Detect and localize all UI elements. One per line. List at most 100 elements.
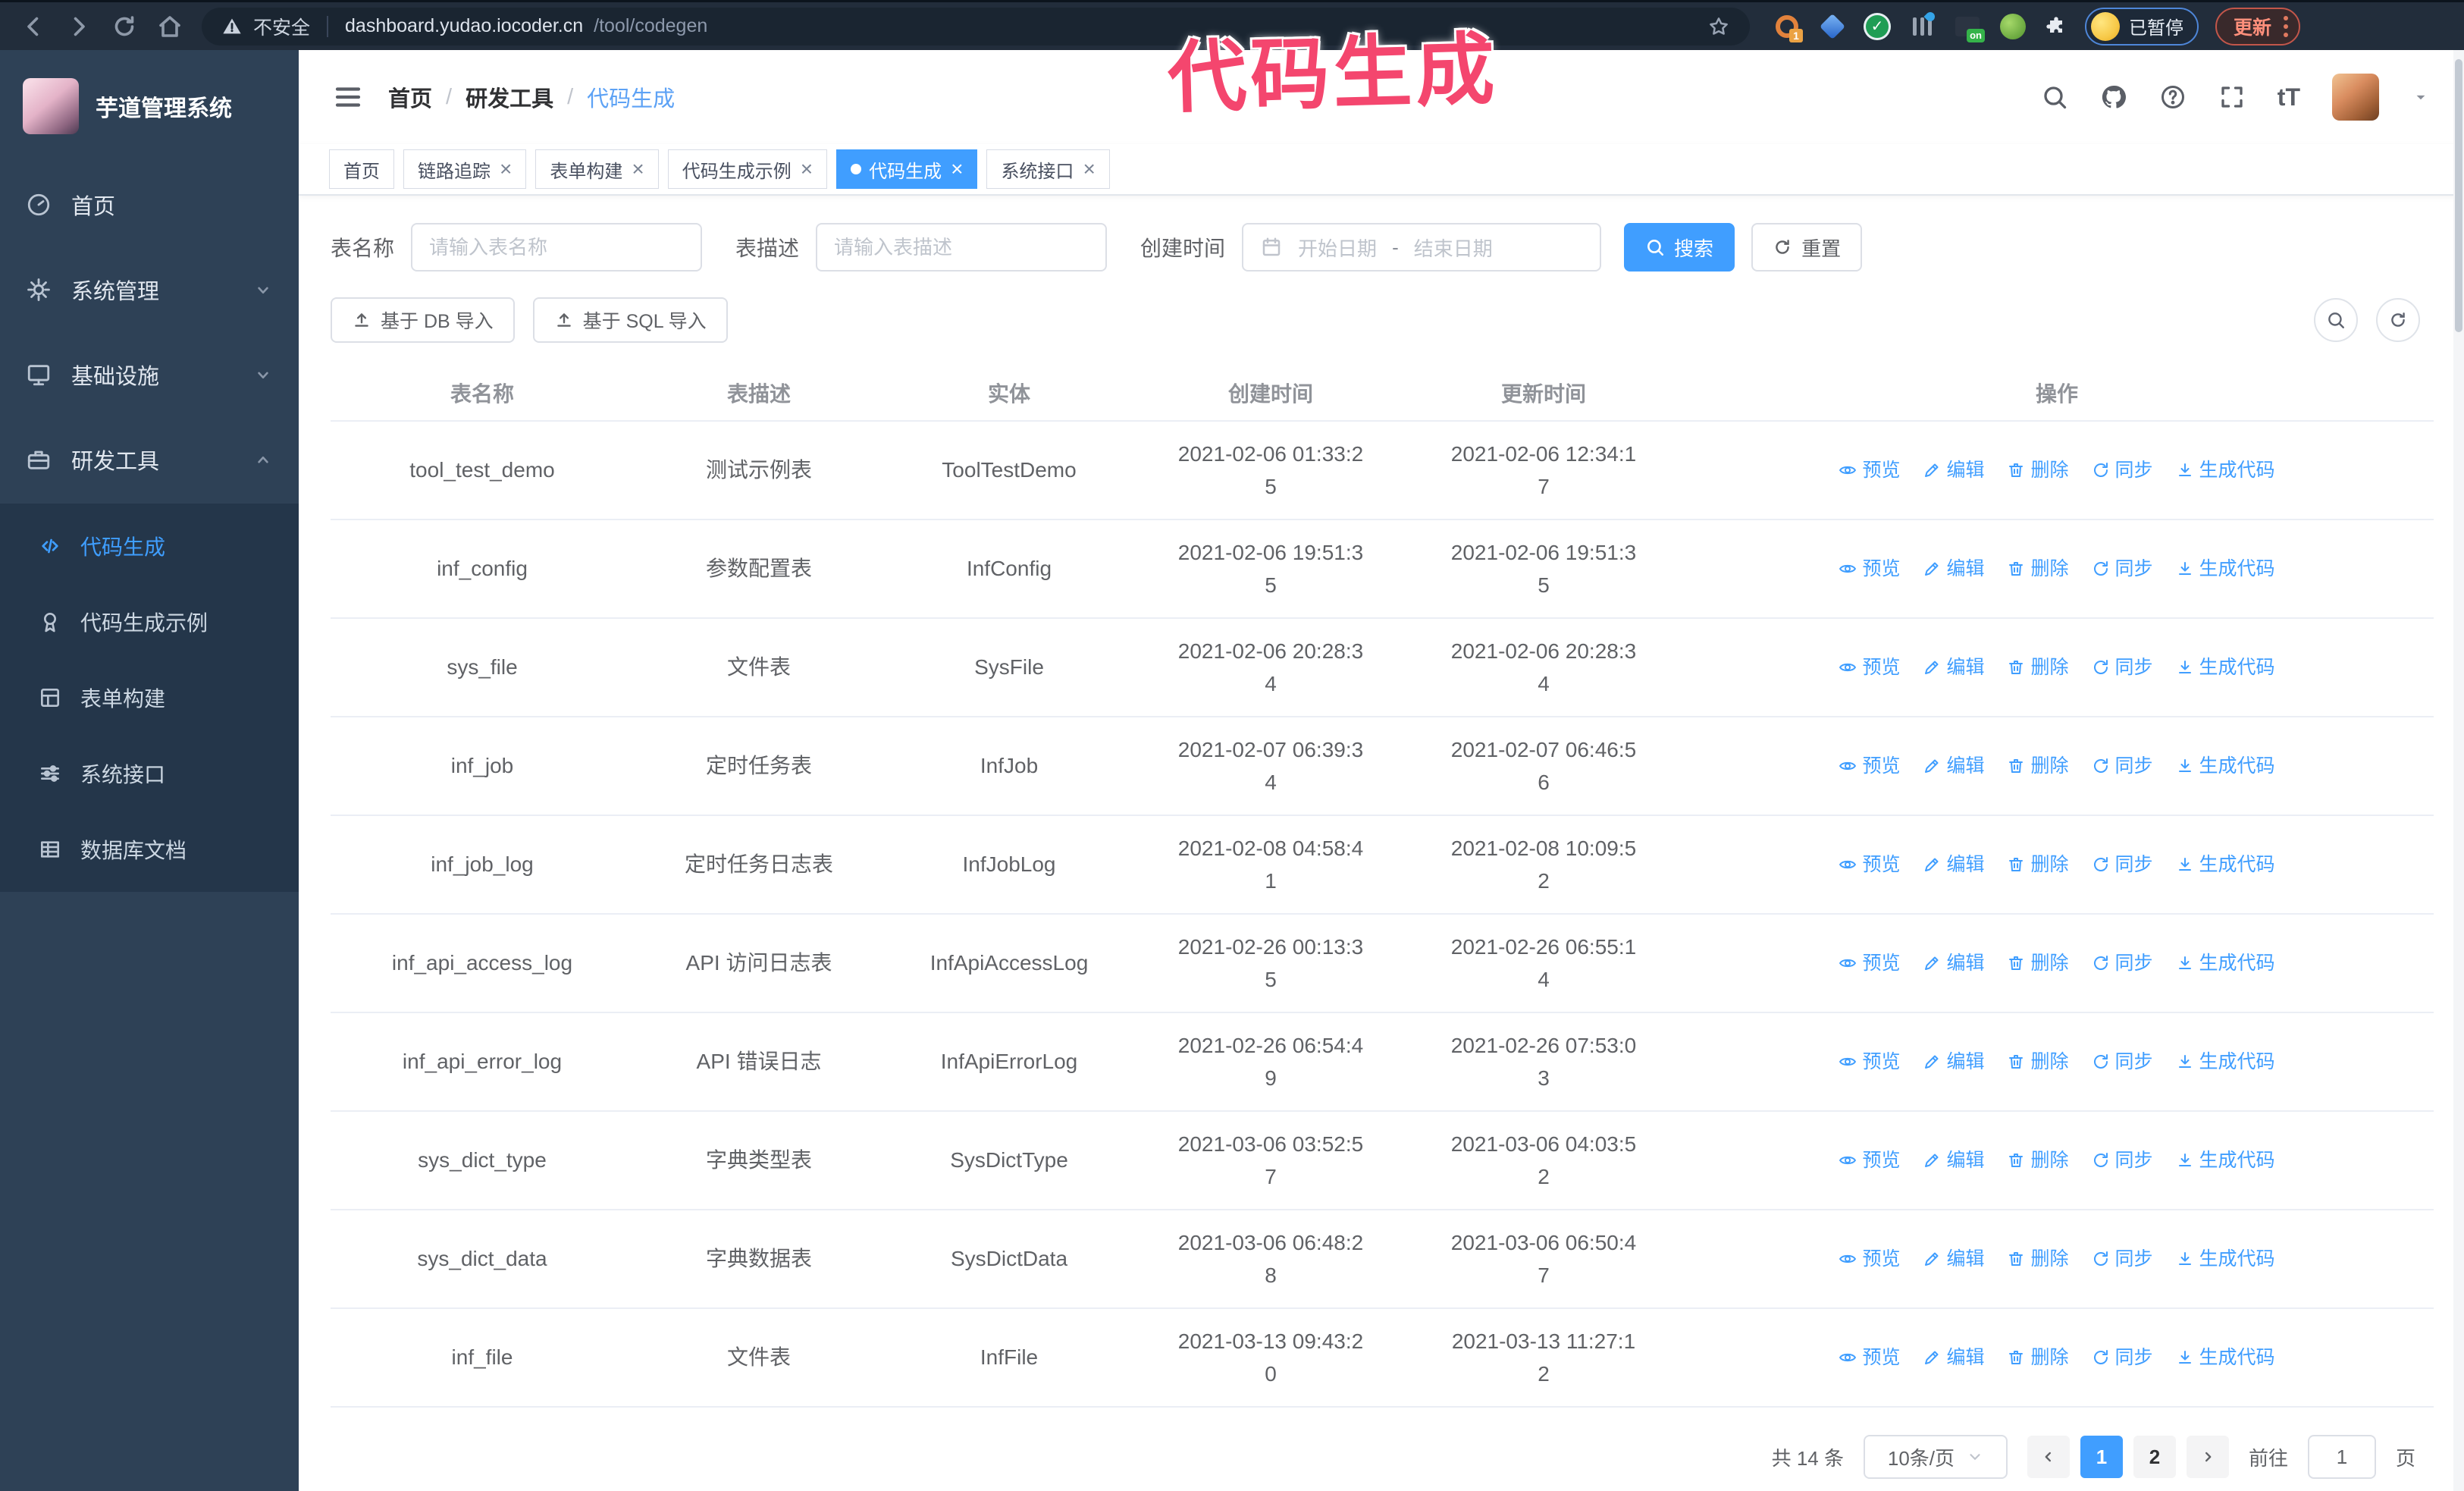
action-delete[interactable]: 删除 <box>2007 456 2069 485</box>
page-scrollbar[interactable] <box>2453 50 2464 1491</box>
chevron-down-icon[interactable] <box>2411 87 2431 107</box>
browser-reload-icon[interactable] <box>111 13 138 40</box>
tab-close-icon[interactable]: × <box>500 159 512 180</box>
extensions-puzzle-icon[interactable] <box>2044 14 2068 39</box>
sidebar-item-3[interactable]: 基础设施 <box>0 332 299 417</box>
action-sync[interactable]: 同步 <box>2092 1146 2153 1176</box>
action-generate-code[interactable]: 生成代码 <box>2176 850 2275 880</box>
sidebar-item-2[interactable]: 系统管理 <box>0 247 299 332</box>
address-bar[interactable]: 不安全 dashboard.yudao.iocoder.cn /tool/cod… <box>202 7 1750 46</box>
action-preview[interactable]: 预览 <box>1839 456 1900 485</box>
action-edit[interactable]: 编辑 <box>1923 752 1984 781</box>
sidebar-subitem-4[interactable]: 系统接口 <box>0 736 299 811</box>
action-edit[interactable]: 编辑 <box>1923 1047 1984 1077</box>
action-edit[interactable]: 编辑 <box>1923 554 1984 584</box>
action-sync[interactable]: 同步 <box>2092 949 2153 978</box>
action-generate-code[interactable]: 生成代码 <box>2176 752 2275 781</box>
action-generate-code[interactable]: 生成代码 <box>2176 456 2275 485</box>
action-delete[interactable]: 删除 <box>2007 949 2069 978</box>
table-name-input[interactable] <box>411 223 703 272</box>
tab-close-icon[interactable]: × <box>632 159 644 180</box>
next-page-button[interactable] <box>2186 1436 2229 1478</box>
action-edit[interactable]: 编辑 <box>1923 456 1984 485</box>
action-delete[interactable]: 删除 <box>2007 850 2069 880</box>
tab-close-icon[interactable]: × <box>1083 159 1095 180</box>
extension-orange-icon[interactable]: 1 <box>1773 12 1803 42</box>
action-preview[interactable]: 预览 <box>1839 653 1900 683</box>
action-generate-code[interactable]: 生成代码 <box>2176 1343 2275 1373</box>
tab-3[interactable]: 表单构建 × <box>535 149 659 189</box>
action-delete[interactable]: 删除 <box>2007 1245 2069 1274</box>
tab-close-icon[interactable]: × <box>801 159 813 180</box>
tab-6[interactable]: 系统接口 × <box>986 149 1110 189</box>
action-edit[interactable]: 编辑 <box>1923 1146 1984 1176</box>
action-preview[interactable]: 预览 <box>1839 752 1900 781</box>
help-icon[interactable] <box>2159 83 2187 111</box>
action-delete[interactable]: 删除 <box>2007 653 2069 683</box>
extension-on-icon[interactable]: on <box>1953 12 1985 42</box>
page-size-select[interactable]: 10条/页 <box>1863 1435 2008 1479</box>
action-sync[interactable]: 同步 <box>2092 850 2153 880</box>
page-button-1[interactable]: 1 <box>2080 1436 2123 1478</box>
action-edit[interactable]: 编辑 <box>1923 653 1984 683</box>
browser-menu-icon[interactable] <box>2284 15 2289 37</box>
table-desc-input[interactable] <box>816 223 1108 272</box>
action-preview[interactable]: 预览 <box>1839 554 1900 584</box>
extension-sliders-icon[interactable] <box>1908 10 1937 41</box>
action-sync[interactable]: 同步 <box>2092 653 2153 683</box>
tab-5[interactable]: 代码生成 × <box>836 149 978 189</box>
import-sql-button[interactable]: 基于 SQL 导入 <box>532 297 728 343</box>
action-generate-code[interactable]: 生成代码 <box>2176 554 2275 584</box>
sidebar-item-1[interactable]: 首页 <box>0 162 299 247</box>
import-db-button[interactable]: 基于 DB 导入 <box>331 297 515 343</box>
search-icon[interactable] <box>2041 83 2068 111</box>
extension-gem-icon[interactable] <box>1818 12 1847 41</box>
action-edit[interactable]: 编辑 <box>1923 850 1984 880</box>
action-generate-code[interactable]: 生成代码 <box>2176 1047 2275 1077</box>
date-range-picker[interactable]: 开始日期 - 结束日期 <box>1242 223 1602 272</box>
sidebar-subitem-3[interactable]: 表单构建 <box>0 660 299 736</box>
action-generate-code[interactable]: 生成代码 <box>2176 1146 2275 1176</box>
github-icon[interactable] <box>2100 83 2127 111</box>
extension-frog-icon[interactable] <box>1998 12 2027 41</box>
action-edit[interactable]: 编辑 <box>1923 1245 1984 1274</box>
breadcrumb-item[interactable]: 首页 <box>388 81 432 113</box>
action-sync[interactable]: 同步 <box>2092 752 2153 781</box>
browser-back-icon[interactable] <box>20 13 47 40</box>
action-sync[interactable]: 同步 <box>2092 554 2153 584</box>
action-preview[interactable]: 预览 <box>1839 949 1900 978</box>
action-edit[interactable]: 编辑 <box>1923 1343 1984 1373</box>
action-delete[interactable]: 删除 <box>2007 752 2069 781</box>
action-preview[interactable]: 预览 <box>1839 1146 1900 1176</box>
sidebar-subitem-1[interactable]: 代码生成 <box>0 508 299 584</box>
action-preview[interactable]: 预览 <box>1839 1343 1900 1373</box>
action-preview[interactable]: 预览 <box>1839 1047 1900 1077</box>
action-sync[interactable]: 同步 <box>2092 1343 2153 1373</box>
browser-update-button[interactable]: 更新 <box>2215 7 2301 46</box>
action-delete[interactable]: 删除 <box>2007 1343 2069 1373</box>
tab-2[interactable]: 链路追踪 × <box>403 149 527 189</box>
user-avatar[interactable] <box>2332 74 2379 121</box>
action-delete[interactable]: 删除 <box>2007 1047 2069 1077</box>
action-preview[interactable]: 预览 <box>1839 1245 1900 1274</box>
action-sync[interactable]: 同步 <box>2092 456 2153 485</box>
action-generate-code[interactable]: 生成代码 <box>2176 949 2275 978</box>
browser-profile-badge[interactable]: 已暂停 <box>2085 7 2199 46</box>
tab-4[interactable]: 代码生成示例 × <box>667 149 828 189</box>
action-generate-code[interactable]: 生成代码 <box>2176 1245 2275 1274</box>
action-edit[interactable]: 编辑 <box>1923 949 1984 978</box>
breadcrumb-item[interactable]: 研发工具 <box>466 81 553 113</box>
tab-1[interactable]: 首页 <box>329 149 394 189</box>
sidebar-item-4[interactable]: 研发工具 <box>0 417 299 502</box>
hamburger-icon[interactable] <box>332 81 364 113</box>
action-delete[interactable]: 删除 <box>2007 1146 2069 1176</box>
goto-page-input[interactable] <box>2307 1435 2376 1479</box>
sidebar-logo[interactable]: 芋道管理系统 <box>0 50 299 162</box>
browser-forward-icon[interactable] <box>65 13 92 40</box>
action-sync[interactable]: 同步 <box>2092 1047 2153 1077</box>
page-button-2[interactable]: 2 <box>2133 1436 2176 1478</box>
scrollbar-thumb[interactable] <box>2455 59 2462 332</box>
refresh-table-button[interactable] <box>2376 298 2420 342</box>
action-generate-code[interactable]: 生成代码 <box>2176 653 2275 683</box>
bookmark-star-icon[interactable] <box>1707 15 1730 38</box>
